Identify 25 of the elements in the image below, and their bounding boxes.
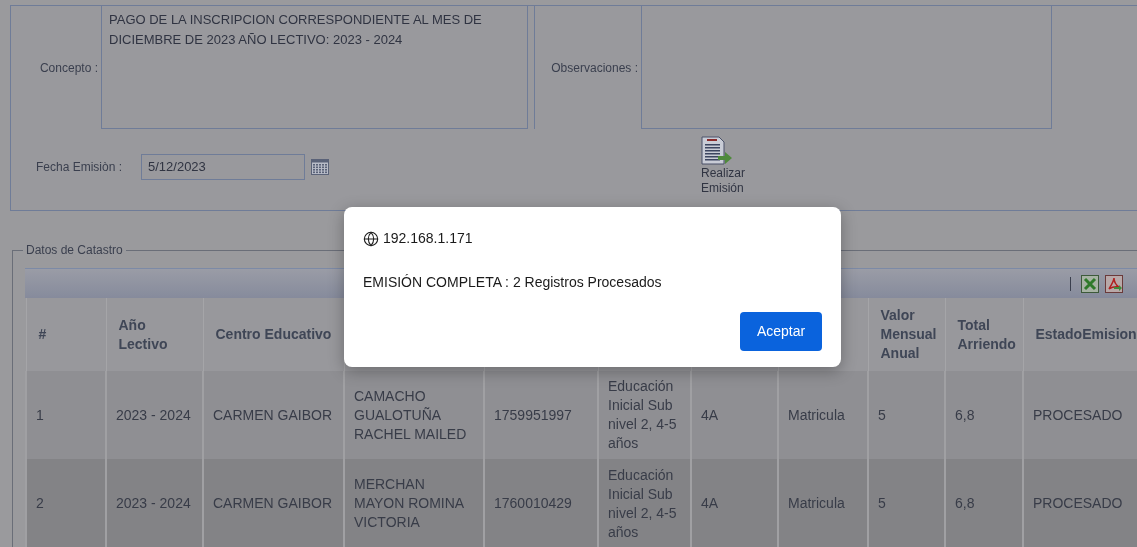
fecha-emision-field[interactable]: 5/12/2023 — [141, 154, 305, 180]
table-cell: PROCESADO — [1023, 459, 1137, 547]
table-cell: 1760010429 — [484, 459, 598, 547]
table-cell: 4A — [691, 459, 778, 547]
realizar-emision-button[interactable]: Realizar Emisión — [701, 136, 761, 196]
table-cell: CARMEN GAIBOR — [203, 459, 344, 547]
table-cell: MERCHAN MAYON ROMINA VICTORIA — [344, 459, 484, 547]
accept-button[interactable]: Aceptar — [740, 312, 822, 351]
concepto-label: Concepto : — [39, 59, 98, 77]
table-cell: Educación Inicial Sub nivel 2, 4-5 años — [598, 459, 691, 547]
table-cell: 2023 - 2024 — [106, 459, 203, 547]
calendar-icon[interactable] — [311, 159, 329, 175]
dialog-origin: 192.168.1.171 — [383, 229, 473, 248]
dialog-message: EMISIÓN COMPLETA : 2 Registros Procesados — [363, 273, 663, 292]
globe-icon — [363, 230, 379, 247]
table-cell: Matricula — [778, 459, 868, 547]
table-cell: 2 — [26, 459, 106, 547]
spreadsheet-export-icon[interactable] — [1081, 274, 1099, 293]
table-cell: 6,8 — [945, 459, 1023, 547]
table-cell: 5 — [868, 459, 945, 547]
observaciones-label: Observaciones : — [551, 59, 638, 77]
fecha-emision-label: Fecha Emisiòn : — [36, 159, 124, 176]
report-arrow-icon — [701, 136, 733, 166]
pdf-export-icon[interactable] — [1105, 274, 1123, 293]
concepto-textarea[interactable]: PAGO DE LA INSCRIPCION CORRESPONDIENTE AL MES DE DICIEMBRE DE 2023 AÑO LECTIVO: 2023 - 2024 — [101, 6, 528, 129]
